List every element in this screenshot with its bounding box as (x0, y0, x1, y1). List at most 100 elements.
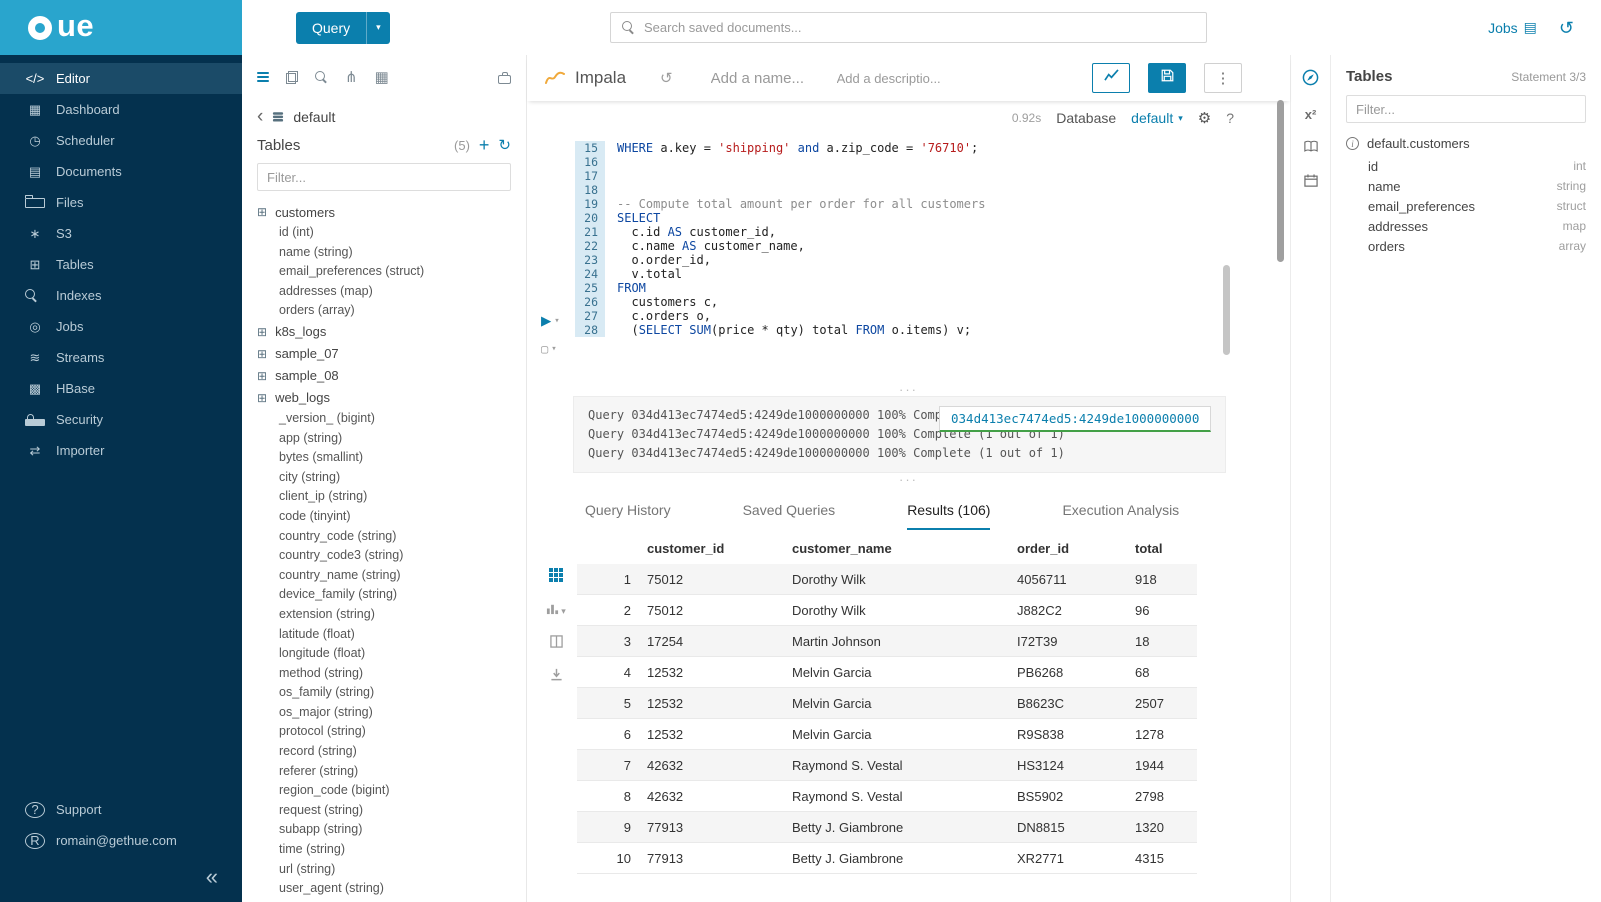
sidebar-item-dashboard[interactable]: ▦Dashboard (0, 94, 242, 125)
assistant-button[interactable] (1302, 69, 1319, 89)
database-select[interactable]: default ▾ (1131, 110, 1183, 126)
sidebar-item-scheduler[interactable]: ◷Scheduler (0, 125, 242, 156)
assist-column[interactable]: addresses (map) (257, 282, 511, 302)
tab-results-106[interactable]: Results (106) (907, 502, 990, 530)
query-description-input[interactable] (837, 71, 959, 86)
more-actions-button[interactable]: ⋮ (1204, 63, 1242, 93)
table-row[interactable]: 977913Betty J. GiambroneDN88151320 (577, 812, 1197, 843)
column-row[interactable]: ordersarray (1346, 236, 1586, 256)
resize-handle-top[interactable]: ··· (527, 383, 1290, 396)
query-history-icon[interactable]: ↺ (660, 69, 673, 87)
grid-view-button[interactable] (549, 568, 563, 587)
column-row[interactable]: email_preferencesstruct (1346, 196, 1586, 216)
bag-icon[interactable] (498, 75, 511, 84)
help-icon[interactable]: ? (1226, 110, 1234, 126)
superscript-button[interactable]: x² (1305, 107, 1317, 122)
assist-column[interactable]: city (string) (257, 468, 511, 488)
grid-icon[interactable]: ▦ (375, 68, 389, 86)
sidebar-footer-romain-gethue-com[interactable]: Rromain@gethue.com (0, 825, 242, 856)
assist-column[interactable]: protocol (string) (257, 722, 511, 742)
active-table-link[interactable]: i default.customers (1346, 136, 1586, 151)
table-row[interactable]: 512532Melvin GarciaB8623C2507 (577, 688, 1197, 719)
database-icon[interactable] (257, 72, 269, 75)
assist-table-customers[interactable]: ⊞customers (257, 201, 511, 223)
sidebar-item-editor[interactable]: </>Editor (0, 63, 242, 94)
table-row[interactable]: 317254Martin JohnsonI72T3918 (577, 626, 1197, 657)
chevron-left-icon[interactable]: ‹ (257, 109, 263, 124)
table-row[interactable]: 412532Melvin GarciaPB626868 (577, 657, 1197, 688)
assist-column[interactable]: os_major (string) (257, 703, 511, 723)
sidebar-item-hbase[interactable]: ▩HBase (0, 373, 242, 404)
query-caret-icon[interactable]: ▾ (366, 12, 390, 44)
assist-column[interactable]: time (string) (257, 840, 511, 860)
assist-column[interactable]: extension (string) (257, 605, 511, 625)
assist-filter-input[interactable] (257, 163, 511, 191)
table-row[interactable]: 275012Dorothy WilkJ882C296 (577, 595, 1197, 626)
columns-button[interactable] (550, 635, 563, 653)
assist-table-web-logs[interactable]: ⊞web_logs (257, 387, 511, 409)
assist-column[interactable]: longitude (float) (257, 644, 511, 664)
assist-column[interactable]: region_code (bigint) (257, 781, 511, 801)
hue-logo[interactable]: ue (0, 0, 242, 55)
search-input[interactable] (644, 20, 1206, 35)
assist-column[interactable]: device_family (string) (257, 585, 511, 605)
panel-scrollbar[interactable] (1277, 100, 1284, 262)
assist-column[interactable]: country_code3 (string) (257, 546, 511, 566)
table-row[interactable]: 612532Melvin GarciaR9S8381278 (577, 719, 1197, 750)
tab-saved-queries[interactable]: Saved Queries (743, 502, 836, 530)
sidebar-item-jobs[interactable]: ◎Jobs (0, 311, 242, 342)
assist-column[interactable]: os_family (string) (257, 683, 511, 703)
assist-column[interactable]: _version_ (bigint) (257, 409, 511, 429)
download-button[interactable] (550, 668, 563, 686)
sidebar-item-security[interactable]: Security (0, 404, 242, 435)
sidebar-footer-support[interactable]: ?Support (0, 794, 242, 825)
assist-column[interactable]: app (string) (257, 429, 511, 449)
assist-column[interactable]: country_name (string) (257, 566, 511, 586)
assist-table-k8s-logs[interactable]: ⊞k8s_logs (257, 321, 511, 343)
assist-column[interactable]: country_code (string) (257, 527, 511, 547)
editor-scrollbar[interactable] (1223, 265, 1230, 355)
assist-column[interactable]: id (int) (257, 223, 511, 243)
assist-column[interactable]: method (string) (257, 664, 511, 684)
global-search[interactable] (610, 12, 1207, 43)
column-row[interactable]: namestring (1346, 176, 1586, 196)
table-row[interactable]: 175012Dorothy Wilk4056711918 (577, 564, 1197, 595)
assist-table-sample-07[interactable]: ⊞sample_07 (257, 343, 511, 365)
query-name-input[interactable] (711, 70, 823, 87)
assist-column[interactable]: email_preferences (struct) (257, 262, 511, 282)
assist-column[interactable]: client_ip (string) (257, 487, 511, 507)
copy-icon[interactable] (286, 71, 298, 84)
assist-column[interactable]: subapp (string) (257, 820, 511, 840)
sidebar-item-documents[interactable]: ▤Documents (0, 156, 242, 187)
table-row[interactable]: 842632Raymond S. VestalBS59022798 (577, 781, 1197, 812)
assist-table-sample-08[interactable]: ⊞sample_08 (257, 365, 511, 387)
sidebar-item-streams[interactable]: ≋Streams (0, 342, 242, 373)
calendar-button[interactable] (1304, 174, 1318, 190)
assist-column[interactable]: url (string) (257, 860, 511, 880)
assist-column[interactable]: code (tinyint) (257, 507, 511, 527)
assist-column[interactable]: orders (array) (257, 301, 511, 321)
history-icon[interactable]: ↺ (1559, 19, 1574, 37)
sql-editor[interactable]: 15WHERE a.key = 'shipping' and a.zip_cod… (527, 135, 1290, 383)
execute-button[interactable]: ▶ ▾ (541, 313, 560, 330)
bar-chart-button[interactable]: ▾ (546, 602, 566, 620)
table-row[interactable]: 1077913Betty J. GiambroneXR27714315 (577, 843, 1197, 874)
assist-column[interactable]: record (string) (257, 742, 511, 762)
add-table-button[interactable]: + (479, 136, 490, 154)
tab-query-history[interactable]: Query History (585, 502, 671, 530)
assist-column[interactable]: name (string) (257, 243, 511, 263)
assist-column[interactable]: request (string) (257, 801, 511, 821)
column-row[interactable]: idint (1346, 156, 1586, 176)
breadcrumb-database-name[interactable]: default (293, 109, 335, 125)
sidebar-collapse-button[interactable]: « (0, 858, 242, 902)
table-row[interactable]: 742632Raymond S. VestalHS31241944 (577, 750, 1197, 781)
search-icon[interactable] (315, 71, 328, 84)
chart-button[interactable] (1092, 63, 1130, 93)
column-row[interactable]: addressesmap (1346, 216, 1586, 236)
book-button[interactable] (1304, 140, 1318, 156)
sitemap-icon[interactable]: ⋔ (345, 68, 358, 86)
right-panel-filter-input[interactable] (1346, 95, 1586, 123)
jobs-link[interactable]: Jobs ▤ (1488, 19, 1537, 36)
assist-column[interactable]: referer (string) (257, 762, 511, 782)
settings-gear-icon[interactable]: ⚙ (1198, 109, 1211, 127)
